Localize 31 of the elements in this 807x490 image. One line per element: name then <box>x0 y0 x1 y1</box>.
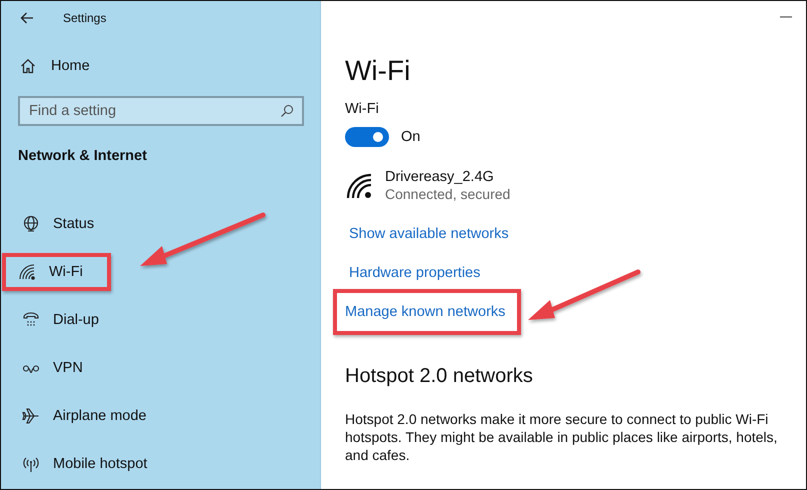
nav-item[interactable]: Mobile hotspot <box>14 447 162 481</box>
vpn-icon <box>22 364 40 372</box>
settings-link[interactable]: Hardware properties <box>345 258 484 286</box>
globe-icon <box>22 215 40 233</box>
home-icon <box>20 58 36 74</box>
nav-item[interactable]: Status <box>14 207 108 241</box>
wifi-toggle[interactable] <box>345 127 389 147</box>
search-field[interactable]: Find a setting <box>18 96 304 126</box>
nav-item[interactable]: Dial-up <box>14 303 113 337</box>
search-icon <box>280 104 294 118</box>
minimize-button[interactable]: — <box>780 9 792 23</box>
nav-item[interactable]: VPN <box>14 351 97 385</box>
network-name: Drivereasy_2.4G <box>385 169 495 185</box>
description-text: Hotspot 2.0 networks make it more secure to connect to public Wi-Fi hotspots. They might be available in public places like airports, hotels, and cafes. <box>345 410 778 464</box>
settings-link[interactable]: Show available networks <box>345 220 513 248</box>
airplane-icon <box>22 407 40 425</box>
wifi-signal-icon <box>345 172 373 200</box>
back-icon[interactable] <box>20 12 34 24</box>
nav-item[interactable]: Airplane mode <box>14 399 160 433</box>
toggle-label: Wi-Fi <box>345 101 379 117</box>
section-heading: Hotspot 2.0 networks <box>345 365 533 388</box>
home-item[interactable]: Home <box>18 58 90 74</box>
window-title: Settings <box>63 11 106 25</box>
settings-link[interactable]: Manage known networks <box>333 288 522 334</box>
wifi-icon <box>18 263 36 281</box>
section-heading: Network & Internet <box>18 148 147 164</box>
page-title: Wi-Fi <box>345 55 410 87</box>
nav-item[interactable]: Wi-Fi <box>2 253 111 291</box>
toggle-state: On <box>401 129 420 145</box>
hotspot-icon <box>22 455 40 473</box>
network-status: Connected, secured <box>385 186 510 202</box>
